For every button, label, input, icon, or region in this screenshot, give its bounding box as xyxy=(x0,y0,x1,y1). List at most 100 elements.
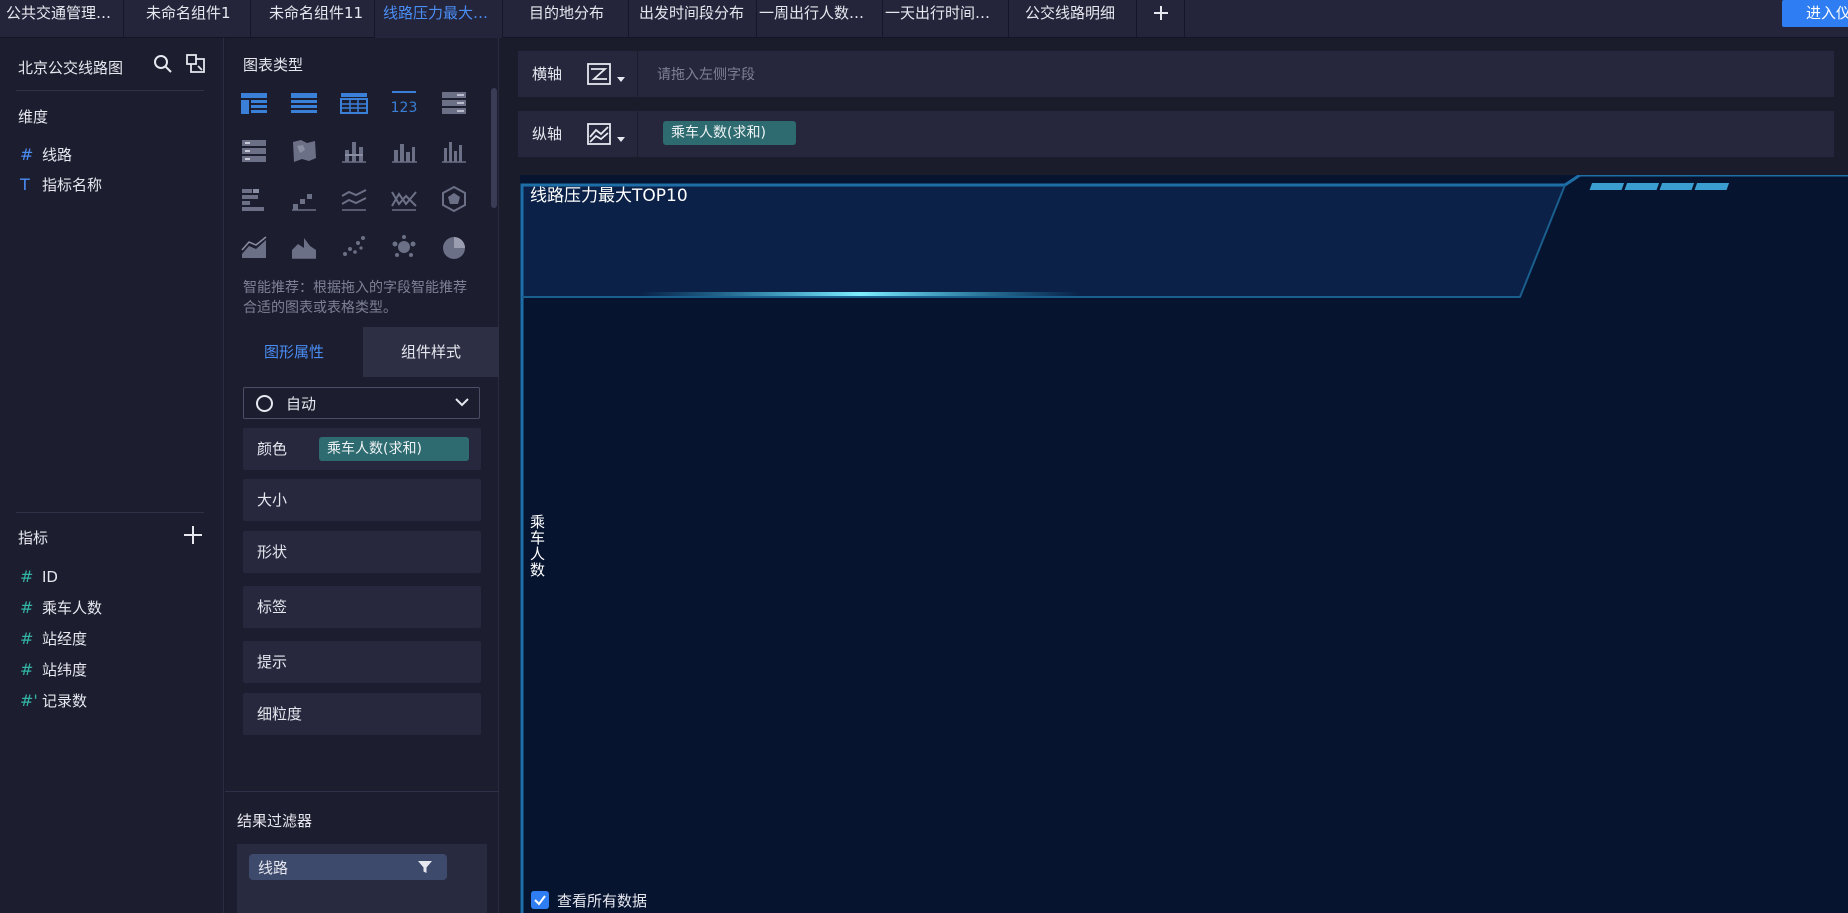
radar-chart-icon[interactable] xyxy=(439,184,469,214)
text-field-icon: T xyxy=(20,175,30,194)
area-chart-icon[interactable] xyxy=(239,232,269,262)
tab-daily-trip-time[interactable]: 一天出行时间分布 xyxy=(883,0,1009,38)
chart-title: 线路压力最大TOP10 xyxy=(530,186,688,206)
measure-field-lng[interactable]: # 站经度 xyxy=(20,628,87,650)
tab-unnamed-1[interactable]: 未命名组件1 xyxy=(124,0,251,38)
y-axis-field-pill[interactable]: 乘车人数(求和) xyxy=(663,121,796,145)
numeric-field-icon: # xyxy=(20,567,34,586)
indicator-card-icon[interactable] xyxy=(239,136,269,166)
axis-type-icon[interactable] xyxy=(585,121,615,147)
color-field-pill[interactable]: 乘车人数(求和) xyxy=(319,437,469,461)
search-icon[interactable] xyxy=(153,54,173,74)
waterfall-icon[interactable] xyxy=(289,184,319,214)
tab-unnamed-11[interactable]: 未命名组件11 xyxy=(251,0,375,38)
field-name: 指标名称 xyxy=(42,176,103,194)
map-region-icon[interactable] xyxy=(289,136,319,166)
filter-field-name: 线路 xyxy=(258,859,289,877)
indicator-list-icon[interactable] xyxy=(439,88,469,118)
scatter-chart-icon[interactable] xyxy=(339,232,369,262)
calculated-field-icon: #' xyxy=(20,691,38,710)
x-axis-shelf[interactable]: 横轴 请拖入左侧字段 xyxy=(518,51,1834,97)
shape-label: 形状 xyxy=(257,543,288,561)
chevron-down-icon xyxy=(455,398,469,407)
granularity-label: 细粒度 xyxy=(257,705,303,723)
tab-weekly-trips[interactable]: 一周出行人数分布 xyxy=(757,0,883,38)
label-property-row[interactable]: 标签 xyxy=(243,586,481,628)
x-axis-label: 横轴 xyxy=(532,65,563,83)
tech-frame-decoration xyxy=(520,175,1848,913)
horizontal-bar-icon[interactable] xyxy=(239,184,269,214)
size-label: 大小 xyxy=(257,491,288,509)
enter-dashboard-button[interactable]: 进入仪 xyxy=(1782,0,1848,27)
detail-table-icon[interactable] xyxy=(339,88,369,118)
color-property-row[interactable]: 颜色 乘车人数(求和) xyxy=(243,428,481,470)
add-tab-button[interactable] xyxy=(1137,0,1185,38)
size-property-row[interactable]: 大小 xyxy=(243,479,481,521)
tooltip-label: 提示 xyxy=(257,653,288,671)
chart-type-scrollbar[interactable] xyxy=(491,88,497,208)
shape-property-row[interactable]: 形状 xyxy=(243,531,481,573)
divider xyxy=(637,111,638,157)
tab-bus-line-detail[interactable]: 公交线路明细 xyxy=(1009,0,1137,38)
result-filter-label: 结果过滤器 xyxy=(237,812,313,830)
y-axis-label: 纵轴 xyxy=(532,125,563,143)
measure-field-lat[interactable]: # 站纬度 xyxy=(20,659,87,681)
pie-chart-icon[interactable] xyxy=(439,232,469,262)
label-label: 标签 xyxy=(257,598,288,616)
circle-mark-icon xyxy=(256,395,273,412)
bar-chart-icon[interactable] xyxy=(439,136,469,166)
tooltip-property-row[interactable]: 提示 xyxy=(243,641,481,683)
mark-type-value: 自动 xyxy=(286,395,317,413)
dimension-field-line[interactable]: # 线路 xyxy=(20,144,72,166)
combo-chart-icon[interactable] xyxy=(389,184,419,214)
measure-field-id[interactable]: # ID xyxy=(20,566,58,588)
granularity-property-row[interactable]: 细粒度 xyxy=(243,693,481,735)
funnel-icon[interactable] xyxy=(417,859,433,875)
chevron-down-icon[interactable] xyxy=(617,137,625,142)
dimension-section-label: 维度 xyxy=(18,108,49,126)
add-measure-icon[interactable] xyxy=(184,526,202,544)
checkbox-checked-icon[interactable] xyxy=(531,891,549,909)
axis-type-icon[interactable] xyxy=(585,61,615,87)
tab-graph-properties[interactable]: 图形属性 xyxy=(225,327,363,377)
divider xyxy=(16,512,204,513)
tab-component-style[interactable]: 组件样式 xyxy=(363,327,499,377)
stacked-area-icon[interactable] xyxy=(289,232,319,262)
svg-text:123: 123 xyxy=(391,100,418,116)
tab-line-pressure[interactable]: 线路压力最大T… xyxy=(375,0,503,38)
field-name: 线路 xyxy=(42,146,73,164)
divider xyxy=(225,791,499,792)
data-panel: 北京公交线路图 维度 # 线路 T 指标名称 指标 # ID # 乘车人数 # 站经度 #… xyxy=(0,38,224,913)
y-axis-shelf[interactable]: 纵轴 乘车人数(求和) xyxy=(518,111,1834,157)
numeric-field-icon: # xyxy=(20,145,34,164)
field-name: 站经度 xyxy=(42,630,88,648)
measure-field-record-count[interactable]: #' 记录数 xyxy=(20,690,87,712)
filter-field-pill[interactable]: 线路 xyxy=(249,854,447,880)
x-axis-placeholder: 请拖入左侧字段 xyxy=(657,67,755,83)
bubble-chart-icon[interactable] xyxy=(389,232,419,262)
field-name: 记录数 xyxy=(42,692,88,710)
show-all-data-label: 查看所有数据 xyxy=(557,892,648,910)
kpi-card-icon[interactable]: 123 xyxy=(389,88,419,118)
chart-type-label: 图表类型 xyxy=(243,56,304,74)
tab-destination[interactable]: 目的地分布 xyxy=(503,0,629,38)
tab-departure-time[interactable]: 出发时间段分布 xyxy=(629,0,757,38)
field-name: 乘车人数 xyxy=(42,599,103,617)
crosstab-icon[interactable] xyxy=(239,88,269,118)
smart-recommend-tip: 智能推荐：根据拖入的字段智能推荐合适的图表或表格类型。 xyxy=(243,280,467,316)
dimension-field-metric-name[interactable]: T 指标名称 xyxy=(20,174,102,196)
numeric-field-icon: # xyxy=(20,629,34,648)
measure-section-label: 指标 xyxy=(18,529,49,547)
mark-type-select[interactable]: 自动 xyxy=(243,387,480,419)
measure-field-riders[interactable]: # 乘车人数 xyxy=(20,597,102,619)
field-name: 站纬度 xyxy=(42,661,88,679)
field-name: ID xyxy=(42,568,58,586)
tab-public-transport[interactable]: 公共交通管理大… xyxy=(0,0,124,38)
chevron-down-icon[interactable] xyxy=(617,77,625,82)
tab-bar: 公共交通管理大… 未命名组件1 未命名组件11 线路压力最大T… 目的地分布 出… xyxy=(0,0,1848,38)
grouped-bar-icon[interactable] xyxy=(389,136,419,166)
stacked-bar-icon[interactable] xyxy=(339,136,369,166)
line-chart-icon[interactable] xyxy=(339,184,369,214)
switch-datasource-icon[interactable] xyxy=(185,53,207,75)
grouped-table-icon[interactable] xyxy=(289,88,319,118)
